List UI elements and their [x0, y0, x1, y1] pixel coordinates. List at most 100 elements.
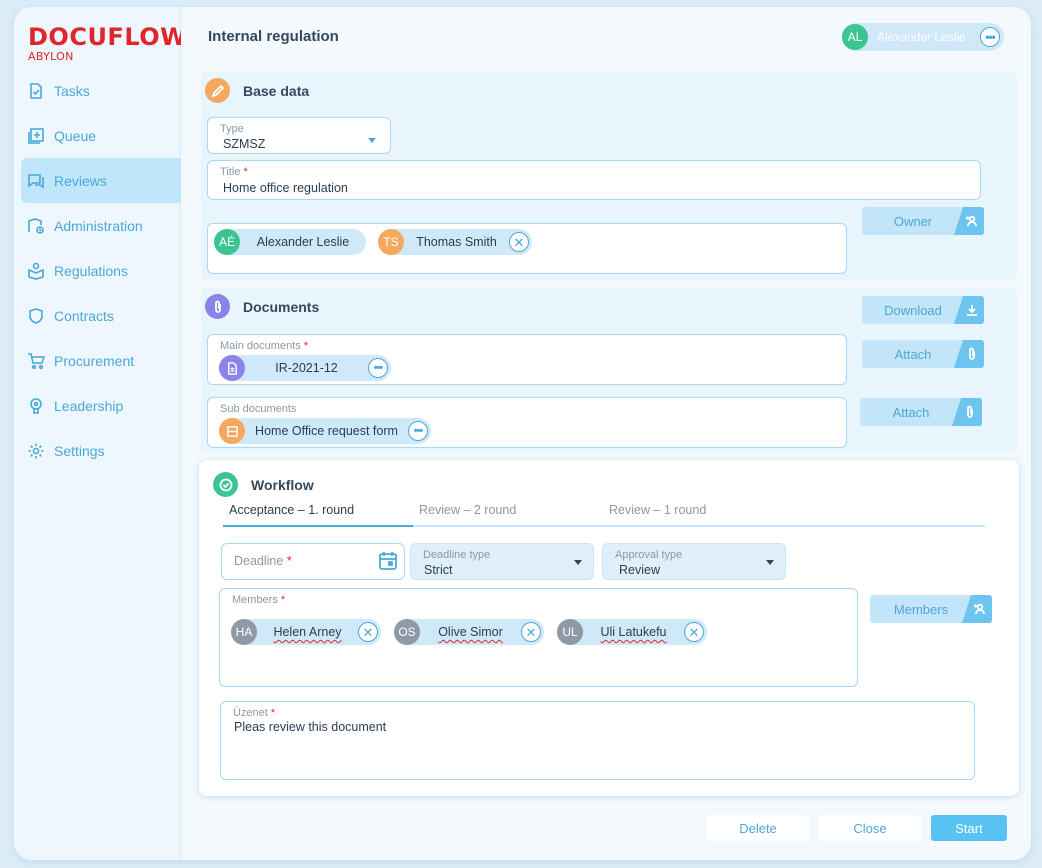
document-chip[interactable]: Home Office request form ••• — [219, 418, 431, 444]
gear-icon — [26, 441, 46, 461]
logo-subtext: ABYLON — [28, 50, 74, 63]
sidebar-item-label: Leadership — [54, 397, 124, 414]
field-value: Pleas review this document — [234, 720, 387, 734]
field-value: Home office regulation — [223, 181, 348, 195]
regulations-icon — [26, 261, 46, 281]
pencil-icon — [205, 78, 230, 103]
chevron-down-icon — [766, 560, 774, 565]
close-icon[interactable]: ✕ — [684, 622, 704, 642]
leadership-icon — [26, 396, 46, 416]
avatar: AÉ — [214, 229, 240, 255]
button-label: Attach — [892, 404, 930, 420]
attach-main-button[interactable]: Attach — [862, 340, 984, 368]
more-icon[interactable]: ••• — [368, 358, 388, 378]
more-icon[interactable]: ••• — [408, 421, 428, 441]
close-icon[interactable]: ✕ — [509, 232, 529, 252]
sidebar-item-reviews[interactable]: Reviews — [21, 158, 181, 203]
sidebar-item-administration[interactable]: Administration — [21, 203, 181, 248]
close-icon[interactable]: ✕ — [358, 622, 378, 642]
chip-name: Home Office request form — [255, 424, 398, 438]
user-menu[interactable]: AL Alexander Leslie ••• — [842, 23, 1004, 51]
deadline-input[interactable]: Deadline * — [221, 543, 405, 580]
label-text: Members — [232, 594, 278, 606]
paperclip-icon — [952, 398, 982, 426]
paperclip-icon — [205, 294, 230, 319]
placeholder-text: Deadline — [234, 554, 284, 568]
check-circle-icon — [213, 472, 238, 497]
sidebar-item-label: Tasks — [54, 82, 90, 99]
field-label: Members * — [232, 594, 285, 606]
section-header: Workflow — [213, 472, 314, 497]
document-chip[interactable]: IR-2021-12 ••• — [219, 355, 391, 381]
message-field[interactable]: Üzenet * Pleas review this document — [220, 701, 975, 780]
owner-chip[interactable]: TS Thomas Smith ✕ — [378, 229, 532, 255]
attach-sub-button[interactable]: Attach — [860, 398, 982, 426]
document-icon — [219, 355, 245, 381]
sidebar-item-regulations[interactable]: Regulations — [21, 248, 181, 293]
members-button[interactable]: Members — [870, 595, 992, 623]
sidebar-item-label: Contracts — [54, 307, 114, 324]
sidebar-nav: Tasks Queue Reviews Administration Regul… — [21, 68, 181, 473]
sidebar-item-settings[interactable]: Settings — [21, 428, 181, 473]
shield-icon — [26, 306, 46, 326]
avatar: AL — [842, 24, 868, 50]
start-button[interactable]: Start — [931, 815, 1007, 841]
button-label: Owner — [893, 213, 933, 229]
member-chip[interactable]: OS Olive Simor ✕ — [394, 619, 544, 645]
label-text: Üzenet — [233, 707, 268, 719]
type-select[interactable]: Type SZMSZ — [207, 117, 391, 154]
logo-text: DOCUFLOW — [28, 23, 188, 51]
sub-documents-field[interactable]: Sub documents Home Office request form •… — [207, 397, 847, 448]
chip-name: IR-2021-12 — [275, 361, 338, 375]
section-title: Documents — [243, 298, 320, 315]
approval-type-select[interactable]: Approval type Review — [602, 543, 786, 580]
owner-chip[interactable]: AÉ Alexander Leslie — [214, 229, 366, 255]
member-chip[interactable]: UL Uli Latukefu ✕ — [557, 619, 707, 645]
sidebar-item-leadership[interactable]: Leadership — [21, 383, 181, 428]
calendar-icon[interactable] — [377, 550, 399, 577]
avatar: OS — [394, 619, 420, 645]
title-field[interactable]: Title * Home office regulation — [207, 160, 981, 200]
member-chip[interactable]: HA Helen Arney ✕ — [231, 619, 381, 645]
deadline-type-select[interactable]: Deadline type Strict — [410, 543, 594, 580]
cart-icon — [26, 351, 46, 371]
sidebar-item-label: Procurement — [54, 352, 135, 369]
section-header: Documents — [205, 294, 319, 319]
tab-review-round-1[interactable]: Review – 1 round — [609, 503, 706, 527]
field-label: Sub documents — [220, 403, 297, 415]
logo: DOCUFLOW ABYLON — [28, 25, 187, 63]
button-label: Attach — [894, 346, 932, 362]
form-icon — [219, 418, 245, 444]
required-mark: * — [270, 707, 276, 719]
sidebar-item-contracts[interactable]: Contracts — [21, 293, 181, 338]
sidebar-item-tasks[interactable]: Tasks — [21, 68, 181, 113]
main-documents-field[interactable]: Main documents * IR-2021-12 ••• — [207, 334, 847, 385]
chip-name: Uli Latukefu — [600, 625, 667, 639]
close-icon[interactable]: ✕ — [521, 622, 541, 642]
chip-name: Helen Arney — [273, 625, 342, 639]
section-title: Workflow — [251, 476, 314, 493]
delete-button[interactable]: Delete — [707, 815, 809, 841]
sidebar-item-queue[interactable]: Queue — [21, 113, 181, 158]
owners-field[interactable]: AÉ Alexander Leslie TS Thomas Smith ✕ — [207, 223, 847, 274]
close-button[interactable]: Close — [819, 815, 921, 841]
main-content: Internal regulation AL Alexander Leslie … — [181, 7, 1031, 860]
field-value: Review — [619, 563, 660, 577]
button-label: Download — [884, 302, 942, 318]
tab-acceptance-round-1[interactable]: Acceptance – 1. round — [223, 503, 413, 527]
field-label: Deadline type — [423, 549, 491, 561]
add-user-icon — [962, 595, 992, 623]
required-mark: * — [243, 166, 248, 178]
download-button[interactable]: Download — [862, 296, 984, 324]
field-label: Title * — [220, 166, 248, 178]
sidebar-item-procurement[interactable]: Procurement — [21, 338, 181, 383]
field-value: Strict — [424, 563, 453, 577]
documents-section: Documents Download Main documents * IR-2… — [201, 288, 1017, 451]
members-field[interactable]: Members * HA Helen Arney ✕ OS Olive Simo… — [219, 588, 858, 687]
tab-review-round-2[interactable]: Review – 2 round — [419, 503, 516, 527]
owner-button[interactable]: Owner — [862, 207, 984, 235]
section-title: Base data — [243, 82, 310, 99]
chip-name: Alexander Leslie — [256, 235, 350, 249]
more-icon[interactable]: ••• — [980, 27, 1000, 47]
chevron-down-icon — [574, 560, 582, 565]
